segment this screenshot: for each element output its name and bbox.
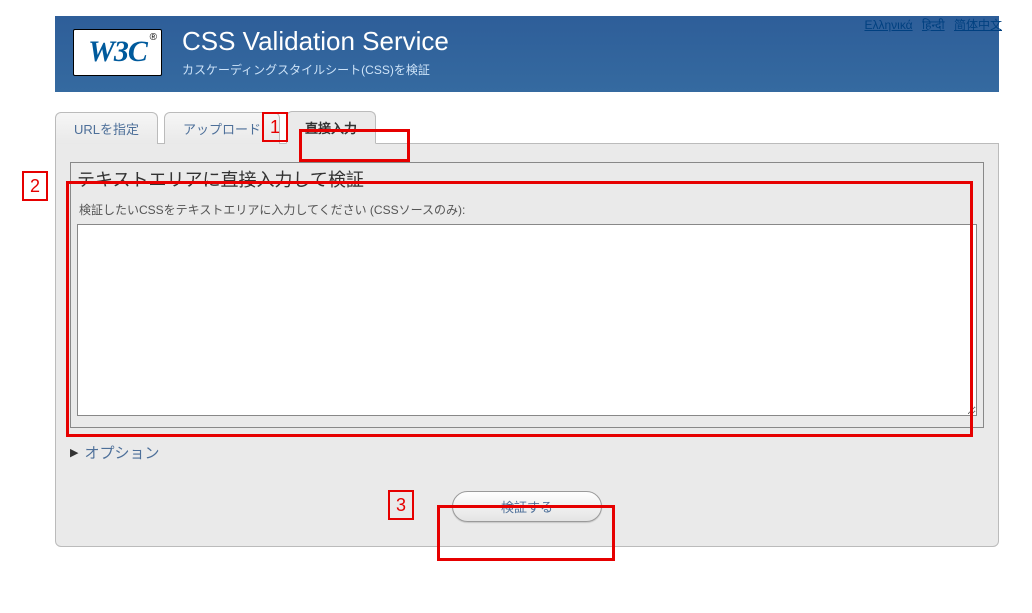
annotation-number-1: 1 [262,112,288,142]
submit-button[interactable]: 検証する [452,491,602,522]
lang-link-zh-simplified[interactable]: 简体中文 [954,18,1002,32]
annotation-number-3: 3 [388,490,414,520]
page-title: CSS Validation Service [182,26,449,57]
lang-link-hindi[interactable]: हिन्दी [922,18,945,32]
chevron-right-icon: ▶ [70,446,78,459]
css-textarea[interactable] [77,224,977,416]
tab-by-uri[interactable]: URLを指定 [55,112,158,144]
lang-link-greek[interactable]: Ελληνικά [864,18,912,32]
options-toggle[interactable]: ▶ オプション [70,442,984,463]
banner-title-group: CSS Validation Service カスケーディングスタイルシート(C… [182,26,449,78]
section-body: 検証したいCSSをテキストエリアに入力してください (CSSソースのみ): [71,201,983,427]
page-subtitle: カスケーディングスタイルシート(CSS)を検証 [182,61,449,78]
registered-mark: ® [150,32,157,43]
section-title: テキストエリアに直接入力して検証 [71,163,983,195]
section-hint: 検証したいCSSをテキストエリアに入力してください (CSSソースのみ): [79,201,977,218]
main-panel: テキストエリアに直接入力して検証 検証したいCSSをテキストエリアに入力してくだ… [55,143,999,547]
w3c-logo-text: W3C [88,35,147,69]
w3c-logo[interactable]: W3C ® [73,29,162,76]
submit-row: 検証する [70,491,984,522]
tab-by-direct-input[interactable]: 直接入力 [286,111,376,144]
banner: W3C ® CSS Validation Service カスケーディングスタイ… [55,16,999,92]
annotation-number-2: 2 [22,171,48,201]
options-label: オプション [84,442,159,463]
language-bar: Ελληνικά हिन्दी 简体中文 [858,16,1002,33]
tabs-row: URLを指定 アップロード 直接入力 [55,110,999,143]
direct-input-section: テキストエリアに直接入力して検証 検証したいCSSをテキストエリアに入力してくだ… [70,162,984,428]
